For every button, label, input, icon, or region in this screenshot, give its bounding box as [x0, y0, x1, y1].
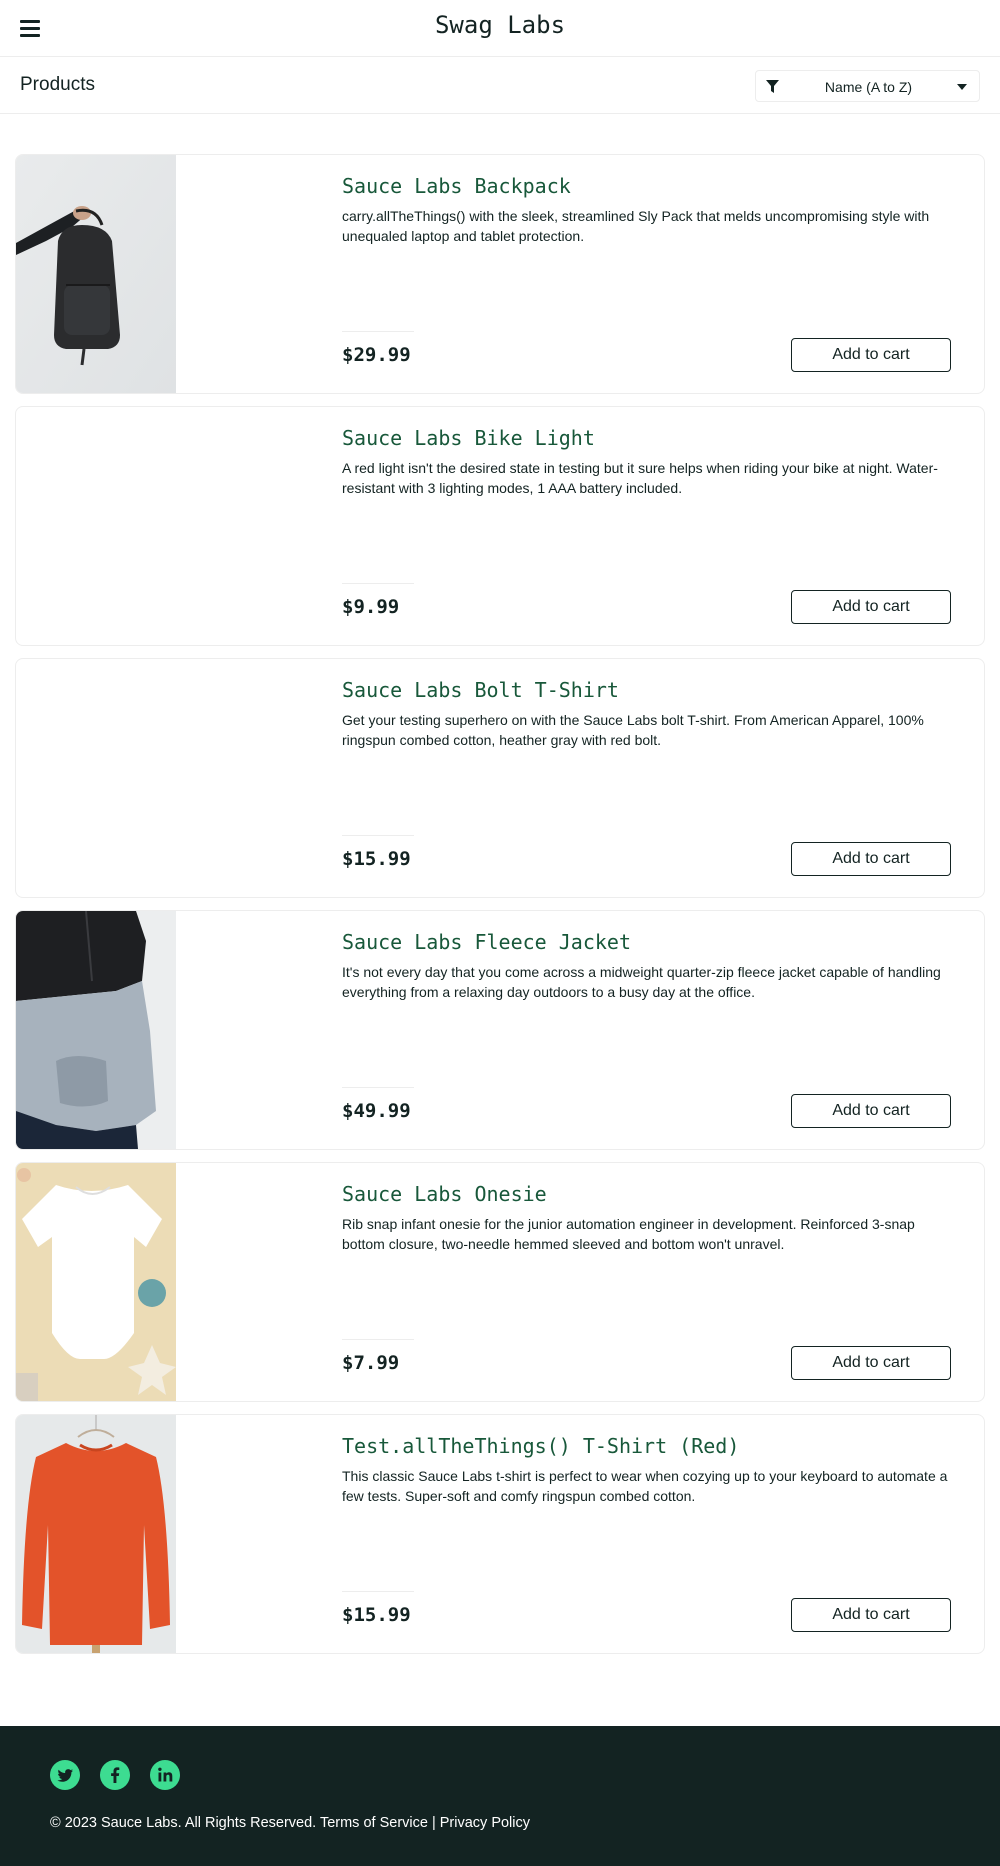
item-image-red-tshirt[interactable] [16, 1415, 176, 1653]
add-to-cart-button[interactable]: Add to cart [791, 1346, 951, 1380]
add-to-cart-button[interactable]: Add to cart [791, 1094, 951, 1128]
price-divider [342, 331, 414, 332]
item-name-link[interactable]: Sauce Labs Backpack [342, 174, 571, 198]
secondary-header: Products Name (A to Z) [0, 58, 1000, 114]
price-divider [342, 1591, 414, 1592]
item-description: Rib snap infant onesie for the junior au… [342, 1216, 915, 1252]
chevron-down-icon [957, 84, 967, 90]
item-price: $15.99 [342, 1604, 411, 1626]
item-name-link[interactable]: Test.allTheThings() T-Shirt (Red) [342, 1434, 739, 1458]
inventory-item: Sauce Labs Bike Light A red light isn't … [15, 406, 985, 646]
add-to-cart-button[interactable]: Add to cart [791, 842, 951, 876]
item-name-link[interactable]: Sauce Labs Fleece Jacket [342, 930, 631, 954]
item-price: $9.99 [342, 596, 400, 618]
item-image-bike-light[interactable] [16, 407, 176, 645]
item-description: It's not every day that you come across … [342, 964, 941, 1000]
item-description: A red light isn't the desired state in t… [342, 460, 938, 496]
item-price: $15.99 [342, 848, 411, 870]
footer-copyright: © 2023 Sauce Labs. All Rights Reserved. … [50, 1815, 531, 1831]
inventory-item: Test.allTheThings() T-Shirt (Red) This c… [15, 1414, 985, 1654]
inventory-item: Sauce Labs Bolt T-Shirt Get your testing… [15, 658, 985, 898]
app-logo: Swag Labs [434, 11, 566, 39]
price-divider [342, 583, 414, 584]
item-description: carry.allTheThings() with the sleek, str… [342, 208, 930, 244]
price-divider [342, 1339, 414, 1340]
linkedin-icon[interactable] [150, 1760, 180, 1790]
footer: © 2023 Sauce Labs. All Rights Reserved. … [0, 1726, 1000, 1866]
item-price: $7.99 [342, 1352, 400, 1374]
page-title: Products [20, 74, 95, 95]
facebook-icon[interactable] [100, 1760, 130, 1790]
item-price: $29.99 [342, 344, 411, 366]
inventory-item: Sauce Labs Onesie Rib snap infant onesie… [15, 1162, 985, 1402]
inventory-item: Sauce Labs Backpack carry.allTheThings()… [15, 154, 985, 394]
inventory-item: Sauce Labs Fleece Jacket It's not every … [15, 910, 985, 1150]
item-description: Get your testing superhero on with the S… [342, 712, 924, 748]
price-divider [342, 1087, 414, 1088]
inventory-list: Sauce Labs Backpack carry.allTheThings()… [15, 154, 985, 1666]
item-image-bolt-tshirt[interactable] [16, 659, 176, 897]
twitter-icon[interactable] [50, 1760, 80, 1790]
primary-header: Swag Labs [0, 0, 1000, 57]
item-name-link[interactable]: Sauce Labs Bike Light [342, 426, 595, 450]
sort-dropdown[interactable]: Name (A to Z) [755, 70, 980, 102]
item-description: This classic Sauce Labs t-shirt is perfe… [342, 1468, 948, 1504]
add-to-cart-button[interactable]: Add to cart [791, 338, 951, 372]
item-image-backpack[interactable] [16, 155, 176, 393]
price-divider [342, 835, 414, 836]
item-price: $49.99 [342, 1100, 411, 1122]
item-image-onesie[interactable] [16, 1163, 176, 1401]
add-to-cart-button[interactable]: Add to cart [791, 590, 951, 624]
item-image-fleece-jacket[interactable] [16, 911, 176, 1149]
item-name-link[interactable]: Sauce Labs Bolt T-Shirt [342, 678, 619, 702]
add-to-cart-button[interactable]: Add to cart [791, 1598, 951, 1632]
sort-selected-value: Name (A to Z) [824, 79, 913, 95]
item-name-link[interactable]: Sauce Labs Onesie [342, 1182, 547, 1206]
